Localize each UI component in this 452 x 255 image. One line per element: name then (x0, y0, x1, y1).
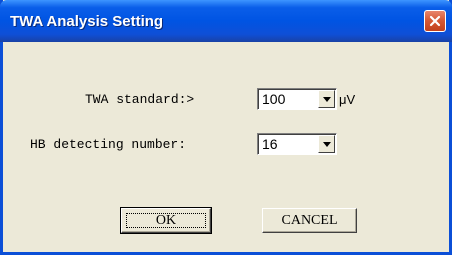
hb-detecting-number-label: HB detecting number: (30, 137, 187, 152)
chevron-down-icon (323, 97, 331, 102)
window-title: TWA Analysis Setting (10, 13, 164, 30)
twa-standard-label: TWA standard:> (85, 92, 195, 107)
close-icon (429, 15, 441, 27)
dialog-window: TWA Analysis Setting TWA standard:> 100 … (0, 0, 452, 255)
twa-standard-dropdown[interactable]: 100 (257, 88, 337, 110)
hb-detecting-number-value: 16 (262, 136, 278, 152)
hb-detecting-number-dropdown-button[interactable] (318, 135, 335, 153)
cancel-button-label: CANCEL (281, 213, 338, 228)
twa-standard-value: 100 (262, 91, 286, 107)
title-bar[interactable]: TWA Analysis Setting (0, 0, 452, 42)
twa-standard-unit: μV (339, 92, 356, 107)
twa-standard-dropdown-button[interactable] (318, 90, 335, 108)
ok-button[interactable]: OK (120, 207, 212, 234)
close-button[interactable] (424, 10, 446, 32)
cancel-button[interactable]: CANCEL (262, 208, 357, 233)
focus-rectangle (126, 213, 206, 228)
hb-detecting-number-dropdown[interactable]: 16 (257, 133, 337, 155)
chevron-down-icon (323, 142, 331, 147)
